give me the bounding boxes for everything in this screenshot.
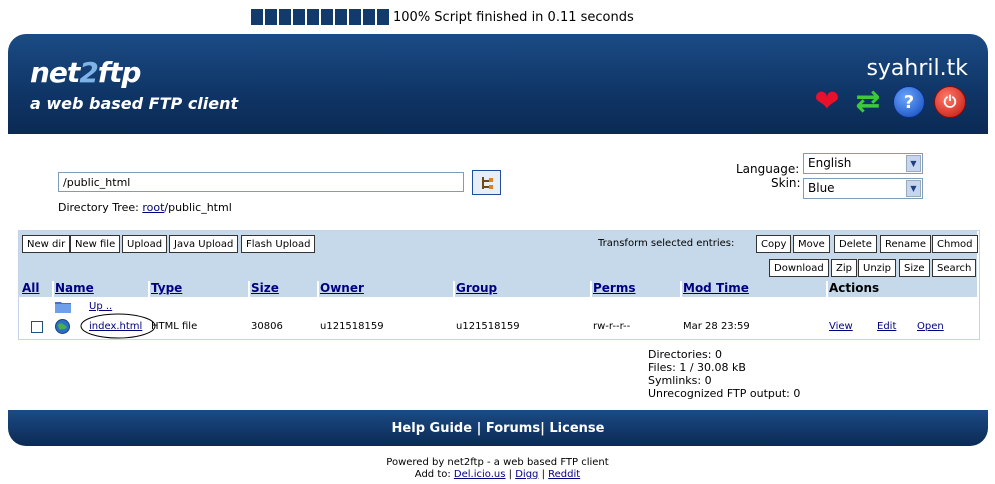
progress-block [362, 8, 376, 26]
open-link[interactable]: Open [917, 321, 944, 332]
toolbar-row-1: New dir New file Upload Java Upload Flas… [19, 231, 978, 257]
refresh-icon[interactable]: ⇄ [852, 84, 884, 119]
footer-bar: Help Guide | Forums | License [8, 410, 988, 446]
globe-icon [55, 319, 70, 334]
progress-text: 100% Script finished in 0.11 seconds [393, 9, 634, 25]
progress-block [306, 8, 320, 26]
forums-link[interactable]: Forums [486, 421, 540, 436]
tagline: a web based FTP client [30, 94, 239, 113]
reddit-link[interactable]: Reddit [548, 469, 580, 480]
progress-bar: 100% Script finished in 0.11 seconds [250, 6, 634, 28]
search-button[interactable]: Search [932, 259, 977, 277]
progress-block [348, 8, 362, 26]
table-header: All Name Type Size Owner Group Perms Mod… [19, 281, 977, 297]
list-item-up: Up .. [19, 299, 977, 315]
transform-label: Transform selected entries: [598, 238, 735, 249]
skin-select[interactable]: Blue ▼ [803, 178, 923, 199]
delete-button[interactable]: Delete [834, 235, 877, 253]
stat-symlinks: Symlinks: 0 [648, 374, 712, 387]
copy-button[interactable]: Copy [756, 235, 792, 253]
directory-area: Directory Tree: root/public_html Languag… [8, 134, 988, 230]
size-button[interactable]: Size [899, 259, 930, 277]
header-icons: ❤ ⇄ ? ⏻ [811, 84, 966, 119]
view-link[interactable]: View [829, 321, 853, 332]
sort-size-link[interactable]: Size [251, 281, 279, 295]
progress-block [334, 8, 348, 26]
actions-header: Actions [829, 281, 880, 295]
file-name-link[interactable]: index.html [89, 321, 142, 332]
delicious-link[interactable]: Del.icio.us [454, 469, 506, 480]
move-button[interactable]: Move [793, 235, 830, 253]
help-guide-link[interactable]: Help Guide [392, 421, 473, 436]
site-name: syahril.tk [866, 56, 968, 81]
file-size: 30806 [251, 321, 283, 332]
header-banner: net2ftp a web based FTP client syahril.t… [8, 34, 988, 134]
new-file-button[interactable]: New file [70, 235, 121, 253]
zip-button[interactable]: Zip [831, 259, 857, 277]
file-group: u121518159 [456, 321, 520, 332]
toolbar-row-2: Download Zip Unzip Size Search [19, 257, 977, 281]
progress-block [376, 8, 390, 26]
select-all-link[interactable]: All [22, 281, 40, 295]
help-icon[interactable]: ? [893, 86, 925, 118]
sort-type-link[interactable]: Type [151, 281, 182, 295]
skin-label: Skin: [771, 176, 801, 190]
heart-icon[interactable]: ❤ [811, 84, 843, 119]
file-perms: rw-r--r-- [593, 321, 631, 332]
directory-input[interactable] [58, 172, 464, 192]
folder-icon [55, 302, 71, 313]
directory-tree: Directory Tree: root/public_html [58, 201, 232, 214]
progress-block [264, 8, 278, 26]
file-type: HTML file [151, 321, 198, 332]
stat-directories: Directories: 0 [648, 348, 722, 361]
chevron-down-icon: ▼ [906, 155, 921, 172]
sort-owner-link[interactable]: Owner [320, 281, 364, 295]
flash-upload-button[interactable]: Flash Upload [241, 235, 316, 253]
add-to-line: Add to: Del.icio.us | Digg | Reddit [414, 469, 581, 480]
tree-root-link[interactable]: root [142, 201, 164, 214]
logout-icon[interactable]: ⏻ [934, 86, 966, 118]
download-button[interactable]: Download [769, 259, 829, 277]
stat-files: Files: 1 / 30.08 kB [648, 361, 746, 374]
rename-button[interactable]: Rename [880, 235, 932, 253]
chevron-down-icon: ▼ [906, 180, 921, 197]
language-label: Language: [736, 162, 800, 176]
java-upload-button[interactable]: Java Upload [169, 235, 239, 253]
sort-perms-link[interactable]: Perms [593, 281, 636, 295]
file-browser: New dir New file Upload Java Upload Flas… [18, 230, 980, 340]
sort-group-link[interactable]: Group [456, 281, 497, 295]
stat-unrecognized: Unrecognized FTP output: 0 [648, 387, 801, 400]
powered-by: Powered by net2ftp - a web based FTP cli… [0, 457, 995, 481]
new-dir-button[interactable]: New dir [22, 235, 71, 253]
powered-line: Powered by net2ftp - a web based FTP cli… [386, 457, 609, 468]
language-select[interactable]: English ▼ [803, 153, 923, 174]
upload-button[interactable]: Upload [122, 235, 168, 253]
stats-panel: Directories: 0 Files: 1 / 30.08 kB Symli… [648, 348, 800, 400]
file-modtime: Mar 28 23:59 [683, 321, 750, 332]
progress-block [320, 8, 334, 26]
logo: net2ftp [30, 56, 141, 89]
progress-block [278, 8, 292, 26]
sort-name-link[interactable]: Name [55, 281, 94, 295]
progress-block [250, 8, 264, 26]
table-row: index.html HTML file 30806 u121518159 u1… [19, 313, 977, 339]
up-link[interactable]: Up .. [89, 301, 112, 312]
file-owner: u121518159 [320, 321, 384, 332]
progress-block [292, 8, 306, 26]
edit-link[interactable]: Edit [877, 321, 896, 332]
browse-tree-button[interactable] [472, 170, 501, 195]
sort-modtime-link[interactable]: Mod Time [683, 281, 749, 295]
license-link[interactable]: License [549, 421, 604, 436]
digg-link[interactable]: Digg [515, 469, 538, 480]
unzip-button[interactable]: Unzip [858, 259, 897, 277]
progress-blocks [250, 8, 390, 26]
row-checkbox[interactable] [31, 321, 43, 333]
chmod-button[interactable]: Chmod [932, 235, 978, 253]
tree-icon [481, 176, 493, 189]
